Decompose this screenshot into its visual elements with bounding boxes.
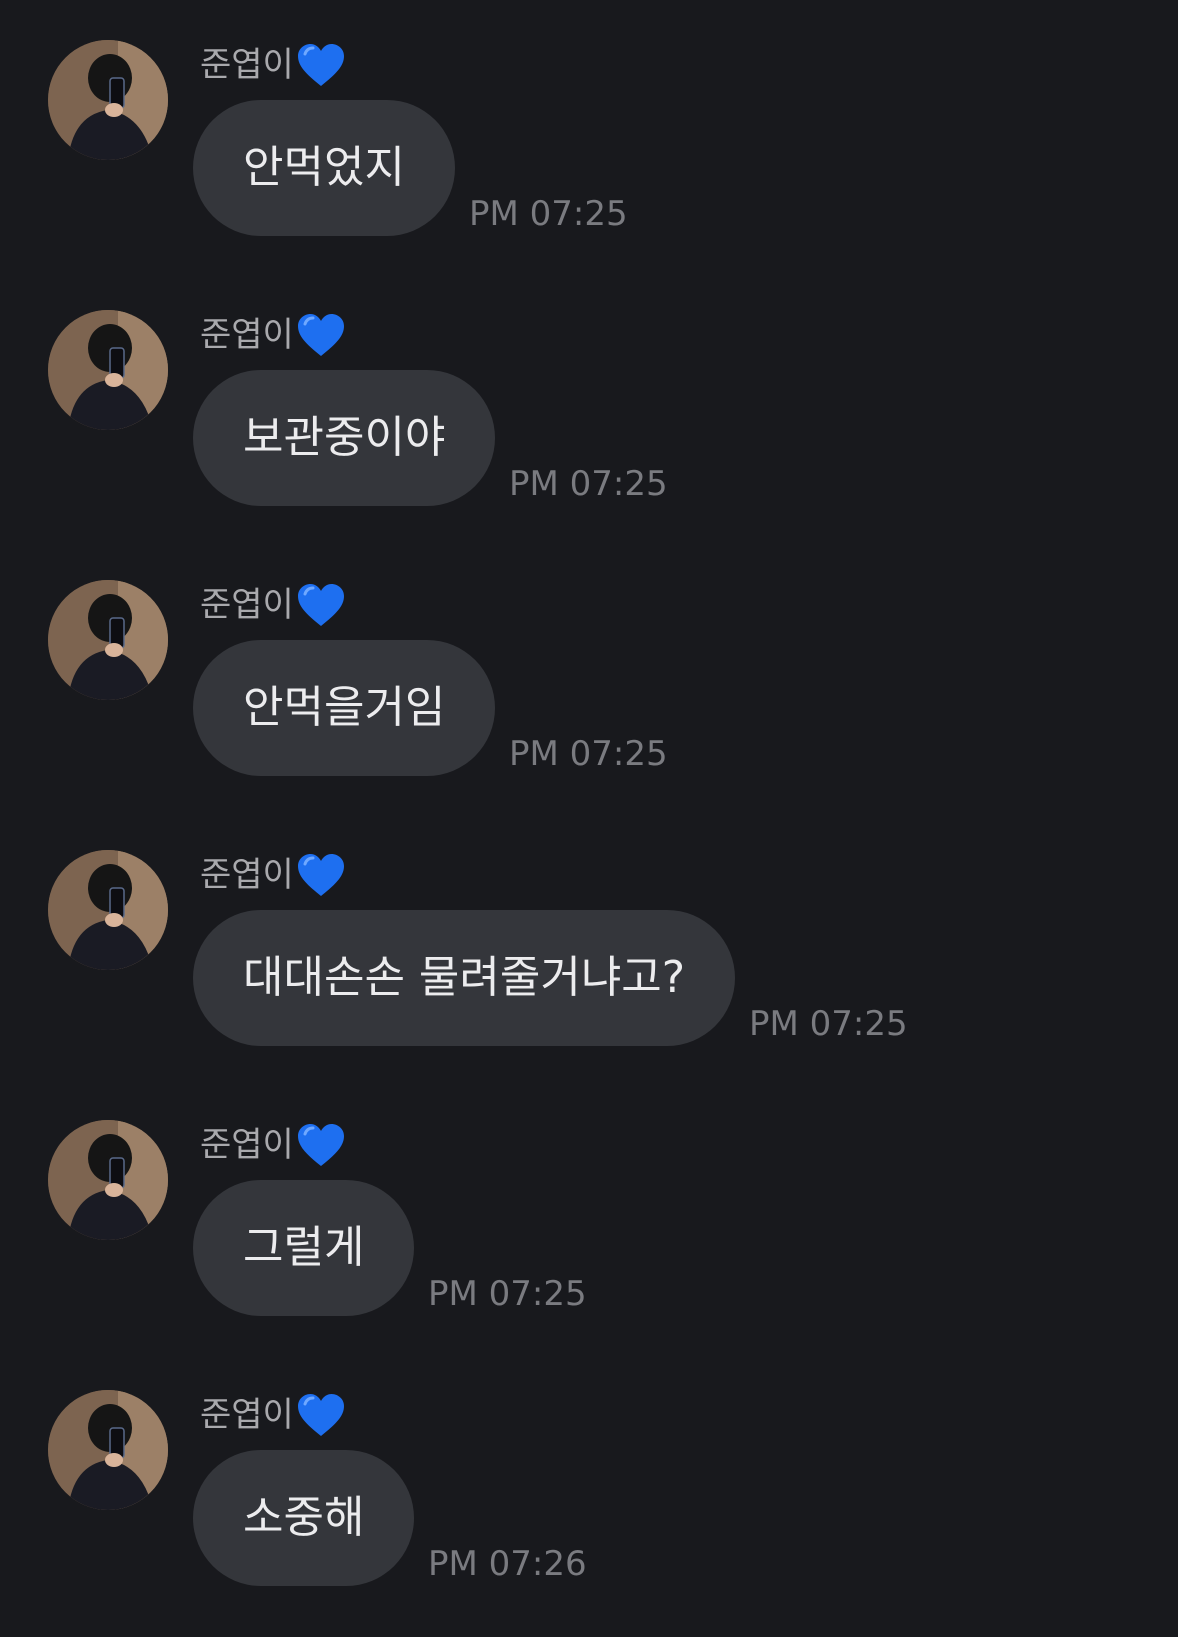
sender-name: 준엽이 [200,585,294,625]
sender-name: 준엽이 [200,1395,294,1435]
message-bubble[interactable]: 보관중이야 [193,370,496,506]
message-time: PM 07:26 [428,1544,587,1584]
message-row: 준엽이 안먹을거임 PM 07:25 [0,540,1178,776]
sender-label: 준엽이 [200,1392,346,1438]
blue-heart-icon [296,582,346,628]
avatar-photo [48,40,168,160]
message-time: PM 07:25 [428,1274,587,1314]
blue-heart-icon [296,312,346,358]
sender-label: 준엽이 [200,1122,346,1168]
message-bubble[interactable]: 대대손손 물려줄거냐고? [193,910,736,1046]
sender-label: 준엽이 [200,852,346,898]
message-bubble[interactable]: 소중해 [193,1450,415,1586]
message-time: PM 07:25 [509,464,668,504]
avatar-photo [48,580,168,700]
message-row: 준엽이 대대손손 물려줄거냐고? PM 07:25 [0,810,1178,1046]
message-text: 소중해 [243,1492,365,1543]
message-row: 준엽이 소중해 PM 07:26 [0,1350,1178,1586]
sender-avatar[interactable] [48,580,168,700]
message-time: PM 07:25 [469,194,628,234]
avatar-photo [48,1120,168,1240]
message-row: 준엽이 그럴게 PM 07:25 [0,1080,1178,1316]
message-text: 안먹었지 [243,142,405,193]
blue-heart-icon [296,1392,346,1438]
sender-name: 준엽이 [200,1125,294,1165]
message-text: 안먹을거임 [243,682,446,733]
message-bubble[interactable]: 안먹을거임 [193,640,496,776]
blue-heart-icon [296,852,346,898]
message-time: PM 07:25 [509,734,668,774]
sender-avatar[interactable] [48,1120,168,1240]
message-row: 준엽이 보관중이야 PM 07:25 [0,270,1178,506]
sender-name: 준엽이 [200,45,294,85]
sender-avatar[interactable] [48,40,168,160]
avatar-photo [48,850,168,970]
chat-message-list[interactable]: 준엽이 안먹었지 PM 07:25 준엽이 보관중이야 PM 07:25 준엽이… [0,0,1178,1637]
avatar-photo [48,1390,168,1510]
sender-label: 준엽이 [200,582,346,628]
sender-label: 준엽이 [200,312,346,358]
sender-name: 준엽이 [200,315,294,355]
message-bubble[interactable]: 안먹었지 [193,100,455,236]
message-text: 대대손손 물려줄거냐고? [243,952,686,1003]
message-row: 준엽이 안먹었지 PM 07:25 [0,0,1178,236]
message-text: 그럴게 [243,1222,365,1273]
blue-heart-icon [296,1122,346,1168]
sender-avatar[interactable] [48,850,168,970]
sender-avatar[interactable] [48,1390,168,1510]
message-text: 보관중이야 [243,412,446,463]
message-bubble[interactable]: 그럴게 [193,1180,415,1316]
sender-name: 준엽이 [200,855,294,895]
sender-avatar[interactable] [48,310,168,430]
blue-heart-icon [296,42,346,88]
message-time: PM 07:25 [749,1004,908,1044]
avatar-photo [48,310,168,430]
sender-label: 준엽이 [200,42,346,88]
